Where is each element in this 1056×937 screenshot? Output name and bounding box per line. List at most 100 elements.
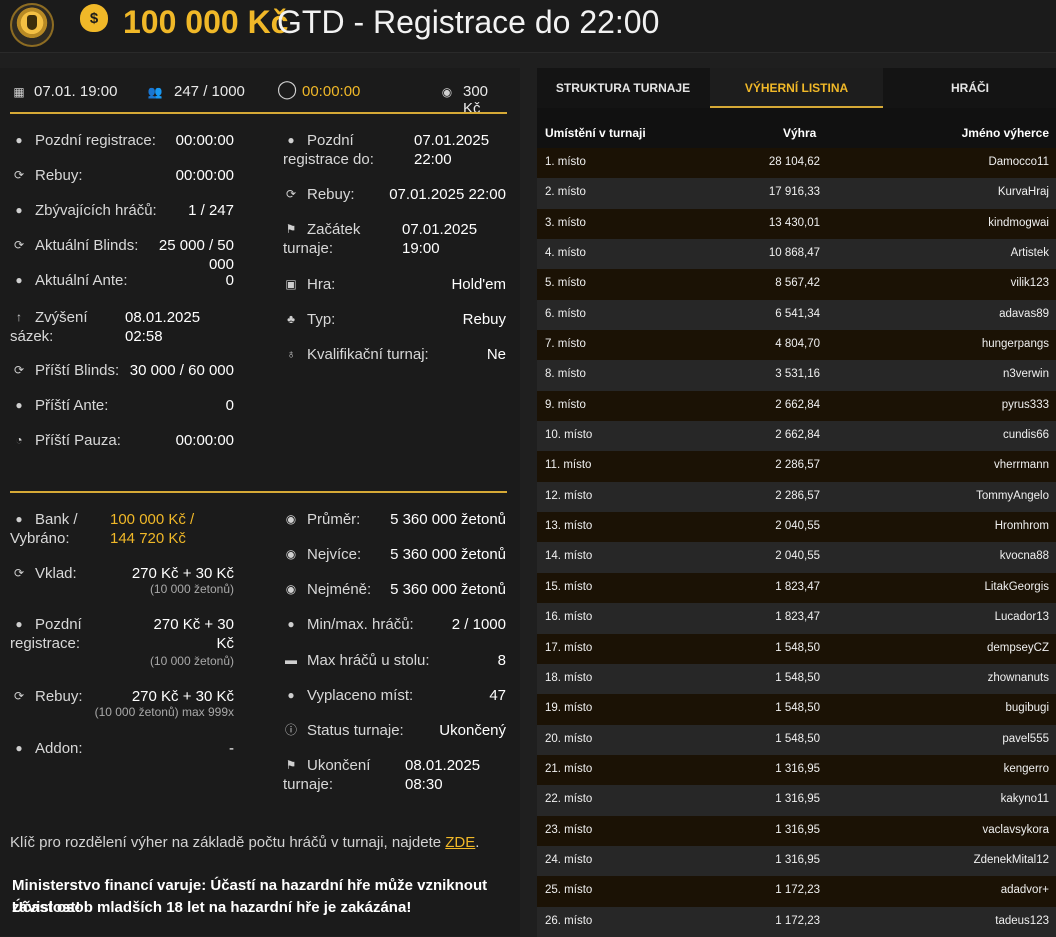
- row-place: 24. místo: [545, 853, 593, 866]
- divider: [10, 112, 507, 114]
- user-clock-icon: ●: [15, 133, 23, 147]
- row-prize: 1 316,95: [775, 823, 820, 836]
- row-place: 12. místo: [545, 489, 593, 502]
- row-prize: 2 040,55: [775, 550, 820, 563]
- row-winner: Artistek: [1010, 247, 1049, 260]
- row-winner: kvocna88: [999, 550, 1049, 563]
- table-row: 16. místo 1 823,47 Lucador13: [537, 603, 1056, 634]
- row-place: 7. místo: [545, 338, 586, 351]
- minmax-value: 2 / 1000: [451, 616, 506, 633]
- chip-stack-icon: ◉: [441, 85, 453, 99]
- table-row: 18. místo 1 548,50 zhownanuts: [537, 663, 1056, 695]
- row-winner: vaclavsykora: [982, 823, 1049, 836]
- remaining-value: 1 / 247: [188, 202, 234, 219]
- addon-icon: ●: [15, 741, 23, 755]
- row-place: 14. místo: [545, 550, 593, 563]
- row-place: 23. místo: [545, 823, 593, 836]
- tab-prize-list[interactable]: VÝHERNÍ LISTINA: [710, 68, 883, 108]
- table-row: 1. místo 28 104,62 Damocco11: [537, 148, 1056, 179]
- late-reg-fee-chips: (10 000 žetonů): [149, 654, 234, 668]
- next-ante-label: Příští Ante:: [35, 397, 109, 414]
- finish-flag-icon: ⚑: [285, 758, 297, 772]
- late-reg-until-value-2: 22:00: [414, 151, 452, 168]
- payout-key-end: .: [475, 834, 480, 851]
- type-value: Rebuy: [462, 311, 506, 328]
- row-prize: 1 316,95: [775, 762, 820, 775]
- row-place: 8. místo: [545, 368, 586, 381]
- table-row: 7. místo 4 804,70 hungerpangs: [537, 330, 1056, 361]
- deposit-chips: (10 000 žetonů): [149, 582, 234, 596]
- late-reg-fee-value: 270 Kč + 30: [153, 616, 234, 633]
- row-place: 17. místo: [545, 641, 593, 654]
- table-row: 19. místo 1 548,50 bugibugi: [537, 694, 1056, 725]
- table-row: 10. místo 2 662,84 cundis66: [537, 421, 1056, 452]
- table-row: 20. místo 1 548,50 pavel555: [537, 724, 1056, 755]
- table-row: 21. místo 1 316,95 kengerro: [537, 754, 1056, 786]
- tab-players[interactable]: HRÁČI: [884, 68, 1056, 108]
- start-value: 07.01.2025: [402, 221, 478, 238]
- table-row: 3. místo 13 430,01 kindmogwai: [537, 208, 1056, 240]
- remaining-label: Zbývajících hráčů:: [35, 202, 157, 219]
- row-prize: 1 548,50: [775, 732, 820, 745]
- row-winner: kindmogwai: [988, 216, 1049, 229]
- summary-bar: ▦ 07.01. 19:00 👥 247 / 1000 ◯ 00:00:00 ◉…: [10, 79, 508, 117]
- row-prize: 6 541,34: [775, 307, 820, 320]
- stopwatch-icon: ◯: [277, 79, 298, 99]
- start-flag-icon: ⚑: [285, 222, 297, 236]
- paid-label: Vyplaceno míst:: [307, 687, 414, 704]
- tab-structure[interactable]: STRUKTURA TURNAJE: [537, 68, 709, 108]
- clock-icon: ◔: [15, 433, 23, 447]
- table-row: 4. místo 10 868,47 Artistek: [537, 239, 1056, 270]
- row-prize: 1 172,23: [775, 914, 820, 927]
- row-prize: 1 823,47: [775, 611, 820, 624]
- ante-label: Aktuální Ante:: [35, 272, 128, 289]
- timer: 00:00:00: [302, 83, 361, 100]
- table-row: 14. místo 2 040,55 kvocna88: [537, 542, 1056, 573]
- row-winner: Damocco11: [988, 156, 1049, 168]
- payout-key-link[interactable]: ZDE: [445, 834, 475, 851]
- users-icon: 👥: [147, 85, 163, 99]
- row-winner: Lucador13: [994, 611, 1049, 624]
- row-prize: 10 868,47: [768, 247, 820, 260]
- table-row: 25. místo 1 172,23 adadvor+: [537, 876, 1056, 907]
- late-reg-until-value: 07.01.2025: [414, 132, 490, 149]
- user-clock-icon: ●: [287, 133, 295, 147]
- prize-table: 1. místo 28 104,62 Damocco11 2. místo 17 916…: [537, 148, 1056, 937]
- most-label: Nejvíce:: [307, 546, 362, 563]
- chip-icon: ◉: [285, 512, 297, 526]
- table-header: Umístění v turnaji Výhra Jméno výherce: [537, 118, 1056, 148]
- rebuy-fee-label: Rebuy:: [35, 688, 83, 705]
- late-reg-fee-label: Pozdní: [35, 616, 82, 633]
- table-row: 6. místo 6 541,34 adavas89: [537, 299, 1056, 331]
- table-row: 22. místo 1 316,95 kakyno11: [537, 785, 1056, 816]
- raise-label-2: sázek:: [10, 328, 54, 345]
- divider: [10, 491, 507, 493]
- row-place: 2. místo: [545, 186, 586, 199]
- row-winner: dempseyCZ: [987, 641, 1049, 654]
- least-label: Nejméně:: [307, 581, 372, 598]
- game-label: Hra:: [307, 276, 336, 293]
- rebuy-until-value: 07.01.2025 22:00: [389, 186, 506, 203]
- next-break-value: 00:00:00: [175, 432, 234, 449]
- cards-icon: ▣: [285, 277, 297, 291]
- end-label: Ukončení: [307, 757, 371, 774]
- row-winner: TommyAngelo: [976, 489, 1049, 502]
- table-icon: ▬: [285, 653, 297, 667]
- row-winner: vherrmann: [994, 459, 1049, 472]
- col-prize: Výhra: [783, 126, 817, 140]
- row-winner: LitakGeorgis: [984, 580, 1049, 593]
- deposit-icon: ⟳: [13, 566, 25, 580]
- deposit-value: 270 Kč + 30 Kč: [131, 565, 234, 582]
- title-amount: 100 000 Kč: [123, 4, 289, 40]
- most-value: 5 360 000 žetonů: [390, 546, 506, 563]
- addon-value: -: [229, 740, 234, 757]
- row-prize: 4 804,70: [775, 338, 820, 351]
- start-label: Začátek: [307, 221, 361, 238]
- row-place: 25. místo: [545, 884, 593, 897]
- start-label-2: turnaje:: [283, 240, 334, 257]
- payout-icon: ●: [287, 688, 295, 702]
- table-row: 5. místo 8 567,42 vilik123: [537, 269, 1056, 300]
- row-prize: 2 662,84: [775, 398, 820, 411]
- next-blinds-label: Příští Blinds:: [35, 362, 120, 379]
- row-place: 13. místo: [545, 520, 593, 533]
